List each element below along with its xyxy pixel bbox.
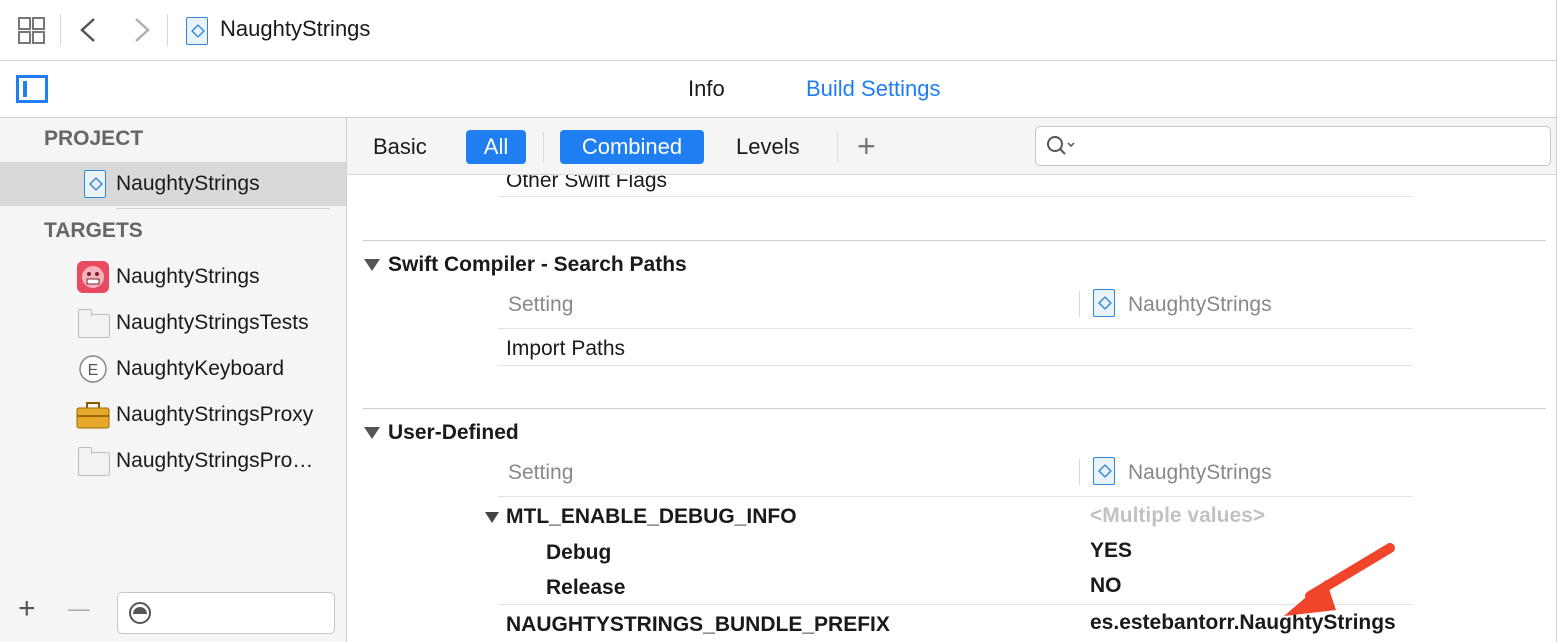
section-title[interactable]: Swift Compiler - Search Paths [388, 253, 687, 277]
remove-target-button[interactable]: — [68, 596, 90, 622]
sidebar-item-label: NaughtyStringsProxy [116, 403, 314, 426]
setting-value-multiple[interactable]: <Multiple values> [1090, 504, 1265, 528]
sidebar-item-target[interactable]: NaughtyStringsPro… [0, 438, 346, 482]
test-bundle-icon [78, 447, 110, 476]
project-section-header: PROJECT [44, 127, 144, 150]
setting-row-other-swift-flags[interactable]: Other Swift Flags [506, 175, 667, 193]
section-title[interactable]: User-Defined [388, 421, 519, 445]
column-header-setting: Setting [508, 461, 574, 484]
sidebar-item-target[interactable]: NaughtyStringsTests [0, 300, 346, 344]
column-header-target: NaughtyStrings [1128, 461, 1272, 484]
forward-icon[interactable] [132, 17, 152, 43]
svg-text:E: E [88, 362, 99, 379]
disclosure-triangle-icon[interactable] [485, 512, 499, 523]
sidebar-item-target[interactable]: NaughtyStringsProxy [0, 392, 346, 436]
project-file-icon [1093, 457, 1115, 485]
setting-row-release[interactable]: Release [546, 576, 625, 600]
search-input[interactable] [1035, 126, 1551, 166]
sidebar-item-label: NaughtyStrings [116, 172, 260, 195]
breadcrumb-project[interactable]: NaughtyStrings [220, 16, 370, 42]
column-header-setting: Setting [508, 293, 574, 316]
filter-all-button[interactable]: All [466, 130, 526, 164]
related-items-icon[interactable] [18, 17, 46, 45]
filter-basic-button[interactable]: Basic [373, 134, 427, 160]
disclosure-triangle-icon[interactable] [364, 427, 380, 439]
project-file-icon [84, 170, 106, 198]
filter-levels-button[interactable]: Levels [736, 134, 800, 160]
add-setting-button[interactable]: + [857, 128, 876, 165]
back-icon[interactable] [78, 17, 98, 43]
targets-section-header: TARGETS [44, 219, 143, 242]
sidebar-item-project[interactable]: NaughtyStrings [0, 162, 346, 206]
sidebar-item-target[interactable]: E NaughtyKeyboard [0, 346, 346, 390]
tab-build-settings[interactable]: Build Settings [806, 76, 941, 102]
search-icon [1047, 136, 1075, 155]
setting-row-import-paths[interactable]: Import Paths [506, 337, 625, 361]
toolbox-icon [76, 402, 110, 429]
editor-tab-bar: Info Build Settings [0, 61, 1568, 118]
column-header-target: NaughtyStrings [1128, 293, 1272, 316]
add-target-button[interactable]: + [18, 592, 36, 626]
app-icon [77, 261, 109, 293]
sidebar-toggle-icon[interactable] [16, 75, 48, 103]
tab-info[interactable]: Info [688, 76, 725, 102]
sidebar-item-label: NaughtyStringsTests [116, 311, 309, 334]
sidebar-item-label: NaughtyStrings [116, 265, 260, 288]
setting-row-debug[interactable]: Debug [546, 541, 611, 565]
filter-icon [129, 602, 151, 624]
sidebar-filter-field[interactable] [117, 592, 335, 634]
setting-value-debug[interactable]: YES [1090, 539, 1132, 563]
project-target-sidebar: PROJECT NaughtyStrings TARGETS NaughtySt… [0, 118, 347, 642]
setting-value-release[interactable]: NO [1090, 574, 1122, 598]
setting-row-bundle-prefix[interactable]: NAUGHTYSTRINGS_BUNDLE_PREFIX [506, 613, 890, 637]
sidebar-item-target[interactable]: NaughtyStrings [0, 254, 346, 298]
annotation-arrow-icon [1284, 543, 1395, 616]
filter-combined-button[interactable]: Combined [560, 130, 704, 164]
sidebar-item-label: NaughtyKeyboard [116, 357, 285, 380]
project-file-icon [1093, 289, 1115, 317]
setting-row-mtl-enable-debug-info[interactable]: MTL_ENABLE_DEBUG_INFO [506, 505, 797, 529]
disclosure-triangle-icon[interactable] [364, 259, 380, 271]
project-file-icon [186, 17, 208, 45]
extension-icon: E [79, 355, 107, 383]
test-bundle-icon [78, 309, 110, 338]
sidebar-item-label: NaughtyStringsPro… [116, 449, 314, 472]
window-edge [1556, 0, 1568, 642]
jump-bar: NaughtyStrings [0, 0, 1568, 61]
build-settings-filter-bar: Basic All Combined Levels + [347, 118, 1568, 175]
